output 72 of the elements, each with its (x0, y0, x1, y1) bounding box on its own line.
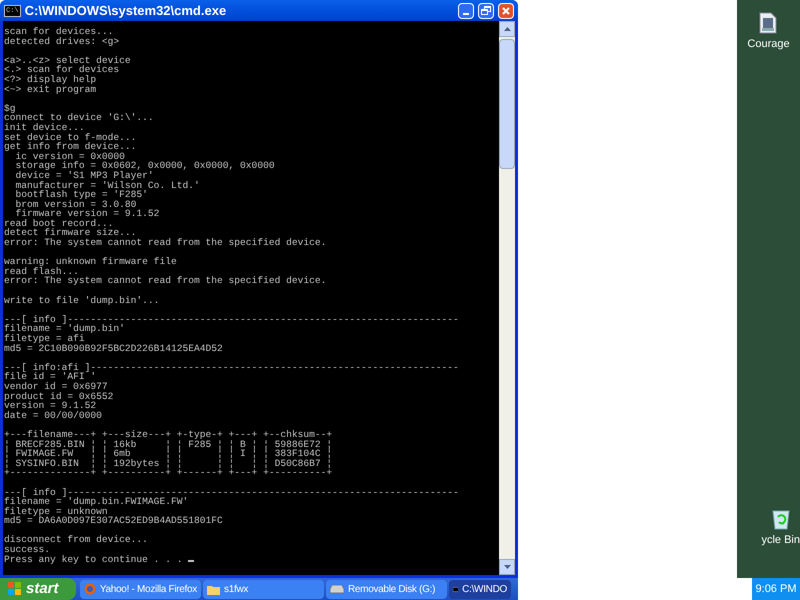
scroll-up-button[interactable] (499, 21, 515, 37)
console-line: manufacturer = 'Wilson Co. Ltd.' (14, 180, 201, 190)
console-line: read flash... (4, 266, 79, 276)
console-line: ¦ FWIMAGE.FW ¦ ¦ 6mb ¦ ¦ ¦ ¦ I ¦ ¦ 383F104C ¦ (4, 449, 334, 459)
console-line: write to file 'dump.bin'... (4, 296, 160, 306)
restore-button[interactable] (478, 2, 494, 18)
console-line: disconnect from device... (4, 535, 149, 546)
taskbar-button[interactable]: Yahoo! - Mozilla Firefox (80, 580, 201, 598)
up-arrow-icon (504, 27, 510, 31)
console-line: read boot record... (4, 218, 114, 228)
console-line: version = 9.1.52 (4, 401, 96, 411)
console-line: +--------------+ +----------+ +------+ +---+ +----------+ (4, 468, 334, 478)
console-line: error: The system cannot read from the specified device. (4, 276, 328, 286)
console-line: bootflash type = 'F285' (14, 190, 149, 200)
console-line: brom version = 3.0.80 (14, 200, 136, 210)
console-line: filetype = afi (4, 334, 86, 344)
down-arrow-icon (504, 565, 510, 569)
console-line: set device to f-mode... (4, 132, 138, 142)
console-line: Press any key to continue . . . (4, 554, 184, 565)
console-line: success. (4, 545, 52, 555)
close-button[interactable] (498, 2, 514, 18)
folder-icon (207, 584, 220, 594)
console-line: ---[ info:afi ]---------------------------------------------------------------- (4, 362, 460, 372)
console-line: +---filename---+ +---size---+ +-type-+ +---+ +--chksum--+ (4, 430, 334, 440)
start-button[interactable]: start (0, 578, 76, 600)
console-line: ¦ SYSINFO.BIN ¦ ¦ 192bytes ¦ ¦ ¦ ¦ ¦ ¦ D50C86B7 ¦ (4, 458, 334, 468)
console-line: ---[ info ]-------------------------------------------------------------------- (4, 488, 460, 498)
console-line: <?> display help (4, 74, 98, 85)
globe-icon (84, 583, 96, 595)
console-line: file id = 'AFI ' (4, 372, 96, 382)
console-line: detect firmware size... (4, 228, 138, 238)
console-line: storage info = 0x0602, 0x0000, 0x0000, 0x0000 (14, 161, 276, 171)
console-line: filetype = unknown (4, 506, 108, 516)
console-line: product id = 0x6552 (4, 392, 114, 402)
console-line: warning: unknown firmware file (4, 257, 178, 267)
console-line: filename = 'dump.bin' (4, 324, 125, 334)
video-file-icon (759, 12, 778, 34)
close-icon (502, 6, 510, 14)
windows-logo-icon (8, 582, 22, 596)
scroll-thumb[interactable] (499, 39, 515, 169)
taskbar-button[interactable]: Removable Disk (G:) (326, 580, 447, 598)
console-line: ic version = 0x0000 (16, 152, 125, 162)
desktop-icon-label[interactable]: Courage (747, 36, 790, 52)
scroll-down-button[interactable] (499, 559, 515, 575)
console-line: error: The system cannot read from the specified device. (4, 238, 328, 248)
taskbar-button[interactable]: C:\WINDO (449, 580, 511, 598)
console-line: filename = 'dump.bin.FWIMAGE.FW' (4, 497, 188, 507)
console-line: <a>..<z> select device (4, 56, 132, 66)
console-line: md5 = 2C10B090B92F5BC2D226B14125EA4D52 (4, 344, 224, 354)
desktop-icon-label[interactable]: ycle Bin (761, 532, 800, 548)
console-line: device = 'S1 MP3 Player' (14, 170, 154, 180)
console-line: detected drives: <g> (4, 36, 120, 46)
scrollbar[interactable] (499, 21, 515, 575)
drive-icon (330, 585, 344, 593)
cursor (188, 560, 194, 562)
taskbar-button[interactable]: s1fwx (203, 580, 324, 598)
console-line: firmware version = 9.1.52 (16, 209, 160, 219)
console-line: date = 00/00/0000 (4, 410, 103, 420)
minimize-button[interactable] (458, 2, 474, 18)
console-line: ---[ info ]-------------------------------------------------------------------- (4, 314, 460, 324)
console-line: ¦ BRECF285.BIN ¦ ¦ 16kb ¦ ¦ F285 ¦ ¦ B ¦ ¦ 59886E72 ¦ (4, 440, 334, 450)
window-title: C:\WINDOWS\system32\cmd.exe (24, 2, 228, 20)
console-line: scan for devices... (4, 27, 114, 37)
console-line: vendor id = 0x6977 (4, 382, 109, 392)
clock: 9:06 PM (752, 578, 800, 600)
console-line: init device... (4, 122, 86, 133)
console-line: md5 = DA6A0D097E307AC52ED9B4AD551801FC (4, 516, 224, 526)
console-line: <~> exit program (4, 84, 98, 94)
console-line: <.> scan for devices (4, 65, 120, 75)
console-line: $g (4, 104, 16, 114)
console-line: connect to device 'G:\'... (4, 113, 155, 123)
console-line: get info from device... (4, 142, 138, 152)
